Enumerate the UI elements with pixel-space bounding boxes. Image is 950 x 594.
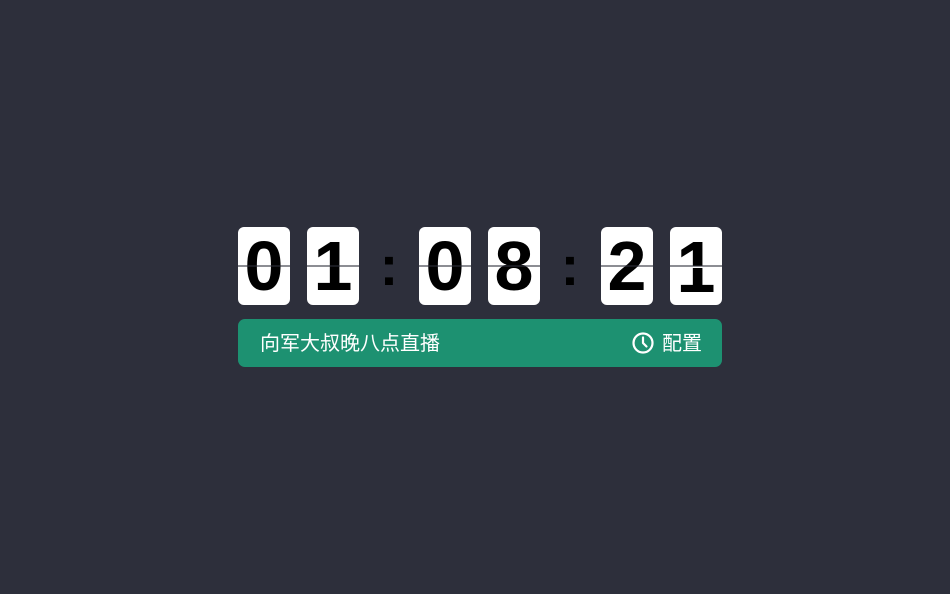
- hour-ones-card: 1: [307, 227, 359, 305]
- minute-ones-digit: 8: [494, 227, 534, 305]
- hour-ones-digit: 1: [313, 227, 353, 305]
- second-tens-card: 2: [601, 227, 653, 305]
- config-button[interactable]: 配置: [631, 319, 702, 367]
- hour-tens-card: 0: [238, 227, 290, 305]
- live-title: 向军大叔晚八点直播: [260, 331, 440, 355]
- separator-hour-minute: :: [379, 234, 399, 297]
- second-ones-card: 1 1: [670, 227, 722, 305]
- flip-clock: 0 1 : 0 8 : 2 1 1: [238, 227, 722, 305]
- separator-minute-second: :: [560, 234, 580, 297]
- minute-tens-card: 0: [419, 227, 471, 305]
- hour-tens-digit: 0: [244, 227, 284, 305]
- second-tens-digit: 2: [607, 227, 647, 305]
- info-bar: 向军大叔晚八点直播 配置: [238, 319, 722, 367]
- clock-icon: [632, 332, 654, 354]
- minute-tens-digit: 0: [425, 227, 465, 305]
- config-label: 配置: [662, 331, 702, 355]
- timer-screen: 0 1 : 0 8 : 2 1 1 向军大叔晚八点直播 配置: [0, 0, 950, 594]
- minute-ones-card: 8: [488, 227, 540, 305]
